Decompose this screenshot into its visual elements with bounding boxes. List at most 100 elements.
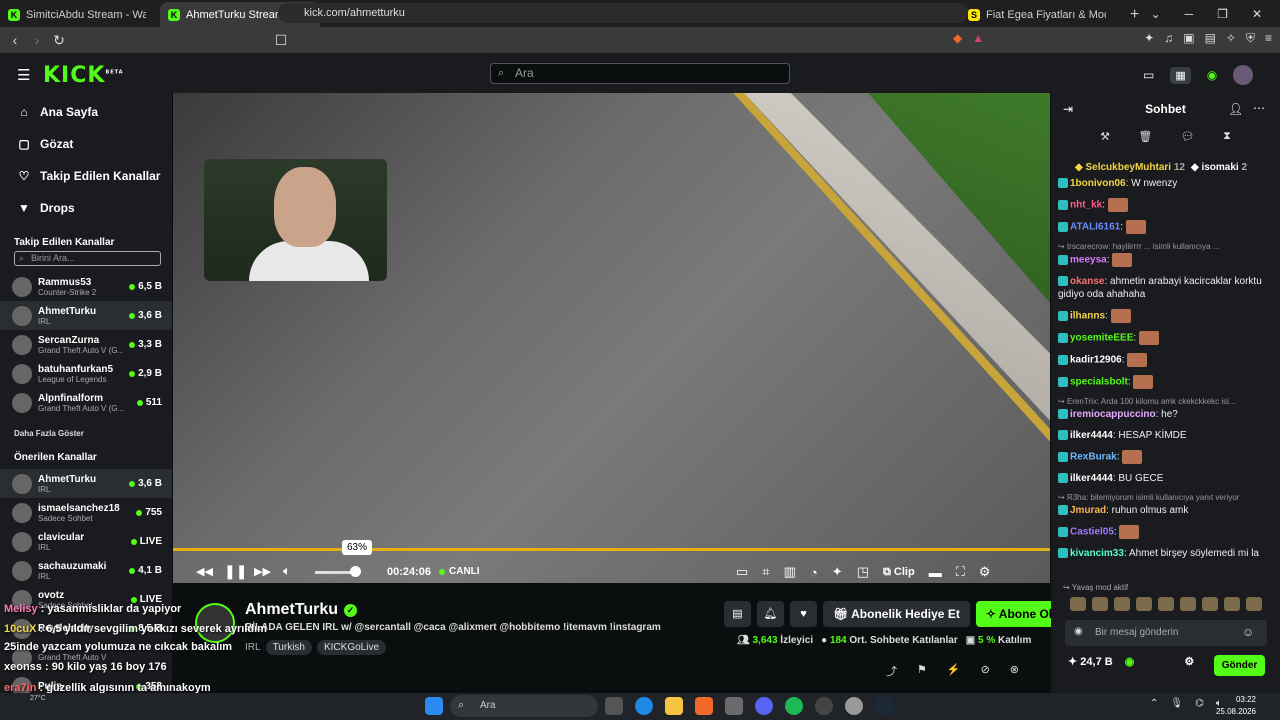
chat-username[interactable]: ilhanns (1070, 311, 1105, 322)
chat-username[interactable]: kadir12906 (1070, 355, 1122, 366)
camera-icon[interactable]: ▭ (736, 564, 748, 580)
wallet-icon[interactable]: ▤ (1205, 31, 1216, 46)
channel-item[interactable]: SercanZurna Grand Theft Auto V (G... 3,3 B (0, 330, 172, 359)
gifter[interactable]: ◆ isomaki 2 (1191, 162, 1247, 173)
chat-username[interactable]: 1bonivon06 (1070, 178, 1126, 189)
sidebar-toggle-icon[interactable]: ▣ (1183, 31, 1194, 46)
stream-manager-icon[interactable]: ▭ (1143, 68, 1154, 82)
popout-icon[interactable]: ▤ (724, 601, 751, 627)
channel-item[interactable]: clavicular IRL LIVE (0, 527, 172, 556)
stats-icon[interactable]: ▥ (784, 564, 796, 580)
show-more-link[interactable]: Daha Fazla Göster (0, 417, 172, 452)
close-window-icon[interactable]: ✕ (1252, 7, 1262, 21)
category-link[interactable]: IRL (245, 640, 261, 655)
chat-input[interactable]: Bir mesaj gönderin (1065, 620, 1267, 646)
emote-icon[interactable] (1114, 597, 1130, 611)
chat-username[interactable]: iremiocappuccino (1070, 409, 1156, 420)
kick-points-icon[interactable]: ◉ (1125, 655, 1135, 668)
streamer-name[interactable]: AhmetTurku ✓ (245, 601, 358, 619)
nav-home[interactable]: ⌂ Ana Sayfa (0, 96, 172, 128)
trash-icon[interactable]: 🗑︎ (1138, 130, 1152, 143)
file-explorer-icon[interactable] (665, 697, 683, 715)
url-field[interactable]: kick.com/ahmetturku (278, 3, 968, 23)
crop-icon[interactable]: ⌗ (762, 564, 769, 580)
reload-icon[interactable]: ↻ (48, 32, 70, 49)
nav-drops[interactable]: ▼ Drops (0, 192, 172, 224)
hourglass-icon[interactable]: ⧗ (1223, 130, 1231, 143)
sparkle-icon[interactable]: ✦ (832, 564, 843, 580)
points-icon[interactable]: ◉ (1207, 68, 1217, 82)
mic-icon[interactable]: 🎙︎ (1170, 698, 1183, 709)
chat-username[interactable]: Castiel05 (1070, 527, 1114, 538)
clock[interactable]: 03:22 25.08.2026 (1216, 694, 1256, 718)
task-view-icon[interactable] (605, 697, 623, 715)
discord-icon[interactable] (755, 697, 773, 715)
forward-icon[interactable]: ▶▶ (254, 565, 271, 578)
kick-logo[interactable]: KICKBETA (43, 63, 124, 88)
leo-icon[interactable]: ✧ (1226, 31, 1236, 46)
mute-icon[interactable]: ⊘ (981, 663, 990, 679)
speed-icon[interactable]: ◔ (810, 565, 818, 580)
search-input[interactable]: Ara (490, 63, 790, 84)
subscribe-button[interactable]: ✧ Abone Ol (975, 601, 1063, 627)
channel-item[interactable]: Rammus53 Counter-Strike 2 6,5 B (0, 272, 172, 301)
minimize-icon[interactable]: ─ (1185, 7, 1194, 21)
channel-item[interactable]: sachauzumaki IRL 4,1 B (0, 556, 172, 585)
chat-username[interactable]: specialsbolt (1070, 377, 1128, 388)
browser-tab[interactable]: SFiat Egea Fiyatları & Modelleri sahibi (960, 2, 1120, 27)
emote-icon[interactable] (1246, 597, 1262, 611)
vpn-icon[interactable]: ⛨ (1246, 31, 1255, 46)
follow-heart-icon[interactable]: ♥ (790, 601, 817, 627)
emote-icon[interactable] (1180, 597, 1196, 611)
nav-following[interactable]: ♡ Takip Edilen Kanallar (0, 160, 172, 192)
tag[interactable]: KICKGoLive (316, 640, 387, 655)
volume-icon[interactable]: 🔈︎ (283, 563, 291, 579)
emote-icon[interactable] (1224, 597, 1240, 611)
user-avatar[interactable] (1233, 65, 1254, 85)
chat-settings-icon[interactable]: ⚙ (1184, 655, 1194, 668)
edge-icon[interactable] (635, 697, 653, 715)
chat-username[interactable]: okanse (1070, 276, 1104, 287)
emote-icon[interactable] (1092, 597, 1108, 611)
emote-icon[interactable] (1136, 597, 1152, 611)
hide-icon[interactable]: ⊗ (1010, 663, 1019, 679)
windows-start-icon[interactable] (425, 697, 443, 715)
gifter[interactable]: ◆ SelcukbeyMuhtari 12 (1075, 162, 1185, 173)
github-icon[interactable] (815, 697, 833, 715)
brave-shield-icon[interactable]: ◆ (953, 31, 962, 46)
tray-chevron-icon[interactable]: ⌃ (1150, 698, 1158, 709)
bell-icon[interactable]: 🔔︎ (757, 601, 784, 627)
settings-icon[interactable]: ⚙ (979, 564, 991, 580)
chat-username[interactable]: yosemiteEEE (1070, 333, 1133, 344)
brave-icon[interactable] (695, 697, 713, 715)
nav-browse[interactable]: ▢ Gözat (0, 128, 172, 160)
channel-item[interactable]: AhmetTurku IRL 3,6 B (0, 301, 172, 330)
media-icon[interactable]: ♫ (1164, 31, 1173, 46)
menu-icon[interactable]: ≡ (1265, 31, 1272, 46)
hammer-icon[interactable]: ⚒ (1100, 130, 1110, 143)
chat-more-icon[interactable]: ⋯ (1253, 101, 1265, 115)
mod-icon[interactable]: ⚡ (947, 663, 961, 679)
send-button[interactable]: Gönder (1214, 655, 1265, 676)
clip-button[interactable]: ⧉ Clip (883, 566, 915, 579)
channel-filter-input[interactable]: ⌕ Birini Ara... (14, 251, 161, 266)
share-icon[interactable]: ⤴ (886, 663, 897, 679)
fullscreen-icon[interactable]: ⛶ (956, 564, 965, 580)
hamburger-menu-icon[interactable]: ☰ (17, 66, 30, 84)
chat-username[interactable]: ilker4444 (1070, 473, 1113, 484)
taskbar-search[interactable]: Ara (450, 695, 598, 717)
channel-item[interactable]: AhmetTurku IRL 3,6 B (0, 469, 172, 498)
volume-knob[interactable] (350, 566, 361, 577)
report-icon[interactable]: ⚑ (917, 663, 927, 679)
pause-icon[interactable]: ❚❚ (224, 563, 247, 580)
emoji-icon[interactable]: ☺ (1242, 625, 1254, 639)
new-tab-icon[interactable]: + (1120, 2, 1149, 27)
emote-icon[interactable] (1202, 597, 1218, 611)
chat-username[interactable]: Jmurad (1070, 505, 1106, 516)
emote-icon[interactable] (1070, 597, 1086, 611)
live-indicator[interactable]: CANLI (439, 566, 480, 577)
gift-sub-button[interactable]: 🎁︎ Abonelik Hediye Et (823, 601, 970, 627)
bookmark-icon[interactable]: ☐ (270, 32, 292, 49)
chat-icon[interactable]: 💬︎ (1181, 130, 1195, 143)
theater-icon[interactable]: ▬ (929, 565, 942, 580)
